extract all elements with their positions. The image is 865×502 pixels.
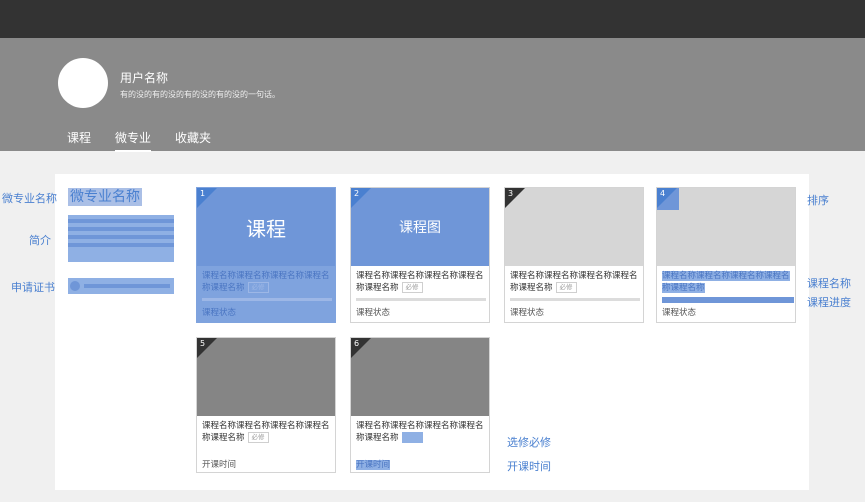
course-card[interactable]: 5 课程名称课程名称课程名称课程名称课程名称 必修 开课时间 [196,337,336,473]
user-name: 用户名称 [120,71,169,85]
course-progress-bar [662,297,794,303]
course-name: 课程名称课程名称课程名称课程名称课程名称 必修 [202,270,330,294]
course-name: 课程名称课程名称课程名称课程名称课程名称 必修 [356,270,484,294]
annotation-intro: 简介 [29,234,51,247]
user-bio: 有的没的有的没的有的没的有的没的一句话。 [120,90,280,99]
course-thumbnail-label: 课程 [246,216,286,241]
annotation-microspecialty-name: 微专业名称 [2,192,57,205]
annotation-course-name: 课程名称 [807,277,851,290]
course-number: 2 [354,189,360,198]
course-number: 1 [200,189,206,198]
course-progress-bar [202,298,332,301]
tab-favorites[interactable]: 收藏夹 [175,129,211,152]
course-status: 课程状态 [356,308,391,318]
course-thumbnail [197,338,335,416]
microspecialty-intro [68,215,174,262]
course-thumbnail-label: 课程图 [399,220,441,236]
intro-line [68,227,174,231]
course-tag: 必修 [401,432,423,443]
course-status: 课程状态 [202,308,237,318]
annotation-course-progress: 课程进度 [807,296,851,309]
tab-courses[interactable]: 课程 [67,129,91,152]
course-name: 课程名称课程名称课程名称课程名称课程名称 必修 [356,420,484,444]
course-tag: 必修 [247,432,269,443]
course-start-time: 开课时间 [356,458,391,470]
course-name: 课程名称课程名称课程名称课程名称课程名称 必修 [202,420,330,444]
avatar[interactable] [58,58,108,108]
tab-microspecialty[interactable]: 微专业 [115,129,152,152]
course-card[interactable]: 6 课程名称课程名称课程名称课程名称课程名称 必修 开课时间 [350,337,490,473]
course-tag: 必修 [401,282,423,293]
profile-header: 用户名称 有的没的有的没的有的没的有的没的一句话。 课程 微专业 收藏夹 [0,38,865,152]
course-progress-bar [510,298,640,301]
certificate-icon [70,281,80,291]
course-card[interactable]: 课程 1 课程名称课程名称课程名称课程名称课程名称 必修 课程状态 [196,187,336,323]
intro-line [68,219,174,223]
certificate-label-placeholder [84,284,170,288]
course-card[interactable]: 课程图 2 课程名称课程名称课程名称课程名称课程名称 必修 课程状态 [350,187,490,323]
course-status: 课程状态 [662,308,697,318]
intro-line [68,243,174,247]
course-number: 6 [354,339,360,348]
course-number: 3 [508,189,514,198]
course-start-time-text: 开课时间 [356,460,391,470]
course-progress-bar [356,298,486,301]
annotation-certificate: 申请证书 [11,281,55,294]
profile-tabs: 课程 微专业 收藏夹 [67,129,211,152]
course-thumbnail [351,338,489,416]
annotation-elective-required: 选修必修 [507,436,551,449]
course-name: 课程名称课程名称课程名称课程名称课程名称 必修 [510,270,638,294]
course-card[interactable]: 3 课程名称课程名称课程名称课程名称课程名称 必修 课程状态 [504,187,644,323]
course-status: 课程状态 [510,308,545,318]
course-card[interactable]: 4 课程名称课程名称课程名称课程名称课程名称 课程状态 [656,187,796,323]
course-start-time: 开课时间 [202,460,237,470]
course-tag: 必修 [247,282,269,293]
course-tag: 必修 [555,282,577,293]
top-bar [0,0,865,38]
annotation-sort: 排序 [807,194,829,207]
annotation-start-time: 开课时间 [507,460,551,473]
apply-certificate-button[interactable] [68,278,174,294]
course-number: 5 [200,339,206,348]
course-number: 4 [660,189,666,198]
course-name: 课程名称课程名称课程名称课程名称课程名称 [662,270,790,294]
intro-line [68,235,174,239]
course-thumbnail [505,188,643,266]
course-name-text: 课程名称课程名称课程名称课程名称课程名称 [662,271,790,293]
microspecialty-title: 微专业名称 [68,188,142,206]
